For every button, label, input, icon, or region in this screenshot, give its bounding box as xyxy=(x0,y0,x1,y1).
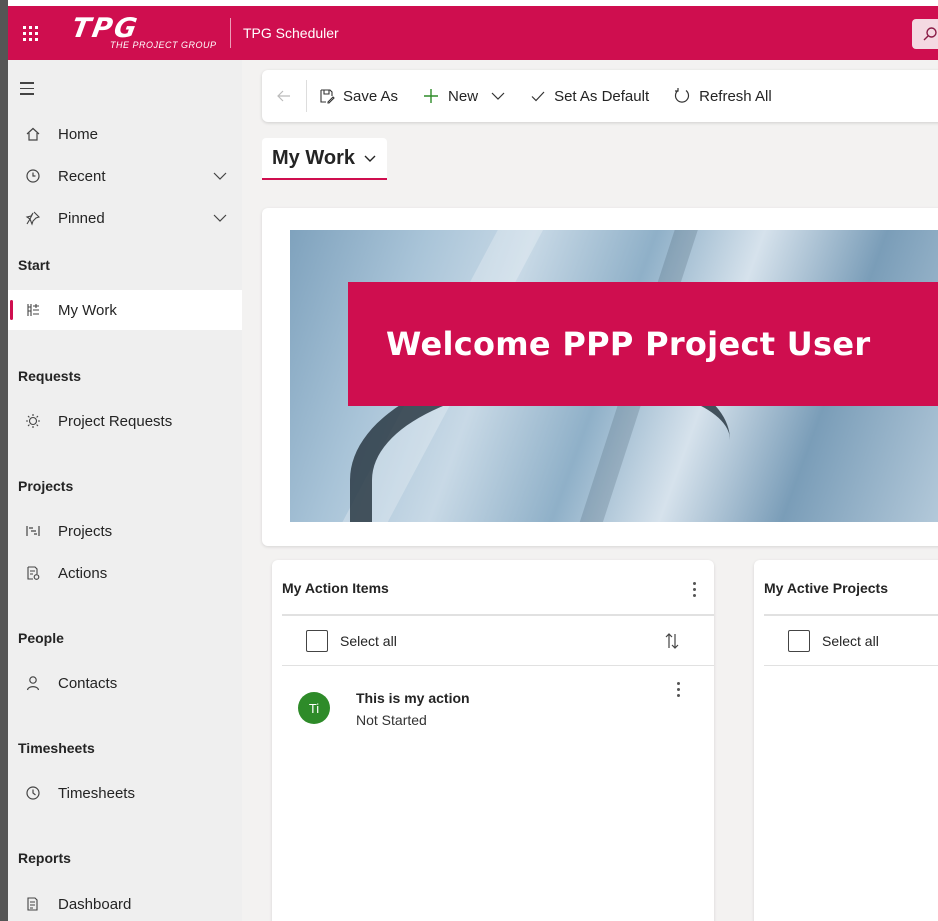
sidebar-item-project-requests[interactable]: Project Requests xyxy=(8,401,242,441)
search-icon xyxy=(923,27,937,41)
refresh-all-label: Refresh All xyxy=(699,87,772,105)
panel-title: My Action Items xyxy=(282,580,389,596)
welcome-banner: Welcome PPP Project User xyxy=(348,282,938,406)
select-all-row: Select all xyxy=(764,616,938,666)
select-all-row: Select all xyxy=(282,616,714,666)
more-options-icon[interactable] xyxy=(677,682,680,697)
sidebar-item-actions[interactable]: Actions xyxy=(8,553,242,593)
lightbulb-icon xyxy=(8,413,58,429)
section-requests: Requests xyxy=(18,368,82,384)
sidebar-item-dashboard[interactable]: Dashboard xyxy=(8,884,242,921)
sidebar-item-label: Home xyxy=(58,125,99,143)
hamburger-menu-icon[interactable] xyxy=(20,82,34,99)
set-as-default-button[interactable]: Set As Default xyxy=(530,88,649,105)
section-people: People xyxy=(18,630,64,646)
set-as-default-label: Set As Default xyxy=(554,87,650,105)
search-button[interactable] xyxy=(912,19,938,49)
app-frame: TPG THE PROJECT GROUP TPG Scheduler Home… xyxy=(0,0,938,921)
sidebar-item-label: Recent xyxy=(58,167,106,185)
sidebar-item-recent[interactable]: Recent xyxy=(8,156,242,196)
select-all-label: Select all xyxy=(822,632,879,649)
sidebar-item-contacts[interactable]: Contacts xyxy=(8,663,242,703)
new-button[interactable]: New xyxy=(422,87,506,105)
save-as-icon xyxy=(319,88,335,104)
person-icon xyxy=(8,675,58,691)
action-status: Not Started xyxy=(356,712,427,728)
refresh-all-button[interactable]: Refresh All xyxy=(673,87,772,105)
sidebar-item-projects[interactable]: Projects xyxy=(8,511,242,551)
home-icon xyxy=(8,126,58,142)
escalator-hero-image: Welcome PPP Project User xyxy=(290,230,938,522)
page-title: My Work xyxy=(272,146,355,169)
sidebar-item-label: Dashboard xyxy=(58,895,132,913)
report-icon xyxy=(8,896,58,912)
command-divider xyxy=(306,80,307,112)
sort-icon[interactable] xyxy=(664,632,680,655)
sidebar: Home Recent Pinned Start My Work Request… xyxy=(8,60,242,921)
checkmark-icon xyxy=(530,88,546,104)
plus-icon xyxy=(422,87,440,105)
top-bar: TPG THE PROJECT GROUP TPG Scheduler xyxy=(8,0,938,60)
sidebar-item-my-work[interactable]: My Work xyxy=(8,290,242,330)
avatar: Ti xyxy=(298,692,330,724)
section-timesheets: Timesheets xyxy=(18,740,95,756)
waffle-icon xyxy=(22,25,38,41)
sidebar-item-label: Project Requests xyxy=(58,412,173,430)
clock-icon xyxy=(8,168,58,184)
topbar-divider xyxy=(230,18,231,48)
board-icon xyxy=(8,302,58,318)
chevron-down-icon[interactable] xyxy=(212,168,228,188)
pin-icon xyxy=(8,210,58,226)
save-as-button[interactable]: Save As xyxy=(319,88,398,105)
section-projects: Projects xyxy=(18,478,74,494)
clock-icon xyxy=(8,785,58,801)
welcome-card: Welcome PPP Project User xyxy=(262,208,938,546)
new-label: New xyxy=(448,87,479,105)
my-active-projects-panel: My Active Projects Select all xyxy=(754,560,938,921)
panel-title: My Active Projects xyxy=(764,580,888,596)
more-options-icon[interactable] xyxy=(693,582,696,597)
action-title[interactable]: This is my action xyxy=(356,690,470,706)
document-gear-icon xyxy=(8,565,58,581)
list-item[interactable]: Ti This is my action Not Started xyxy=(282,666,714,746)
back-button[interactable] xyxy=(262,88,306,104)
sidebar-item-label: Timesheets xyxy=(58,784,135,802)
command-bar: Save As New Set As Default Refresh All xyxy=(262,70,938,122)
select-all-checkbox[interactable] xyxy=(788,629,810,652)
welcome-text: Welcome PPP Project User xyxy=(386,325,871,363)
section-start: Start xyxy=(18,257,50,273)
chevron-down-icon xyxy=(363,151,377,165)
arrow-left-icon xyxy=(277,90,290,102)
my-action-items-panel: My Action Items Select all Ti This is my… xyxy=(272,560,714,921)
main-content: Save As New Set As Default Refresh All M… xyxy=(242,60,938,921)
chevron-down-icon[interactable] xyxy=(212,210,228,230)
refresh-icon xyxy=(673,87,691,105)
chevron-down-icon[interactable] xyxy=(490,88,506,104)
sidebar-item-label: My Work xyxy=(58,301,117,319)
sidebar-item-label: Projects xyxy=(58,522,113,540)
section-reports: Reports xyxy=(18,850,71,866)
save-as-label: Save As xyxy=(343,87,399,105)
select-all-checkbox[interactable] xyxy=(306,629,328,652)
sidebar-item-label: Pinned xyxy=(58,209,105,227)
logo-subtitle: THE PROJECT GROUP xyxy=(110,40,217,50)
sidebar-item-pinned[interactable]: Pinned xyxy=(8,198,242,238)
sidebar-item-label: Actions xyxy=(58,564,108,582)
app-title[interactable]: TPG Scheduler xyxy=(243,25,339,41)
app-launcher-button[interactable] xyxy=(8,6,52,60)
gantt-icon xyxy=(8,523,58,539)
sidebar-item-timesheets[interactable]: Timesheets xyxy=(8,773,242,813)
view-selector[interactable]: My Work xyxy=(262,138,387,180)
select-all-label: Select all xyxy=(340,632,397,649)
sidebar-item-label: Contacts xyxy=(58,674,118,692)
tpg-logo[interactable]: TPG THE PROJECT GROUP xyxy=(52,6,230,60)
sidebar-item-home[interactable]: Home xyxy=(8,114,242,154)
